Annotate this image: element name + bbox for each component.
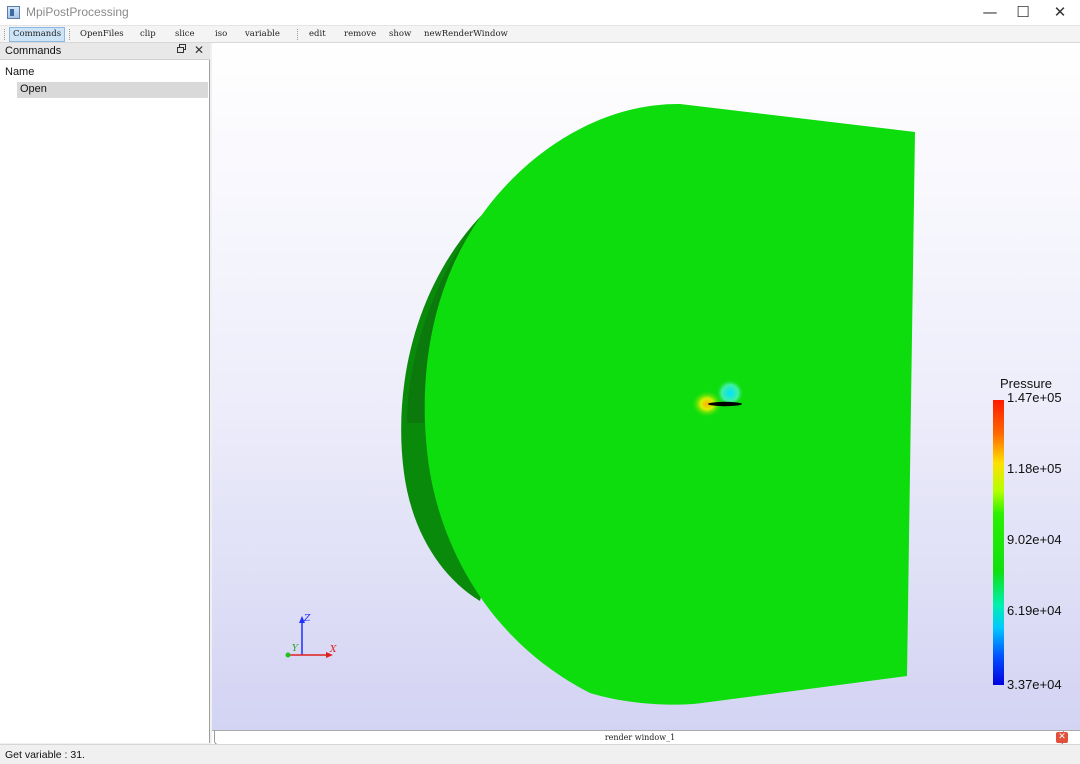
- toolbar-edit-button[interactable]: edit: [306, 27, 329, 42]
- commands-dock: Commands ✕ Name Open: [0, 43, 210, 743]
- axis-y-label: Y: [292, 644, 299, 654]
- airfoil: [708, 401, 742, 407]
- tab-render-window-1[interactable]: render window_1: [214, 731, 1064, 745]
- toolbar-iso-button[interactable]: iso: [212, 27, 230, 42]
- render-scene: Z Y X Pressure 1.47e+05 1.18e+05 9.02e+0…: [285, 103, 1062, 705]
- close-window-button[interactable]: ✕: [1042, 0, 1078, 26]
- tree-column-header[interactable]: Name: [0, 64, 208, 81]
- scalar-bar-label-min: 3.37e+04: [1007, 677, 1062, 692]
- window-title: MpiPostProcessing: [26, 5, 129, 19]
- scalar-bar-label-2: 1.18e+05: [1007, 461, 1062, 476]
- axis-x-label: X: [329, 645, 337, 655]
- scalar-bar-label-3: 9.02e+04: [1007, 532, 1062, 547]
- scalar-bar-title: Pressure: [1000, 376, 1052, 391]
- dock-title: Commands: [5, 45, 62, 57]
- toolbar: Commands OpenFiles clip slice iso variab…: [0, 26, 1080, 43]
- orientation-axes: Z Y X: [285, 614, 337, 658]
- toolbar-clip-button[interactable]: clip: [137, 27, 159, 42]
- maximize-button[interactable]: ☐: [1005, 0, 1041, 26]
- column-name-label: Name: [5, 66, 35, 78]
- scalar-bar-label-4: 6.19e+04: [1007, 603, 1062, 618]
- toolbar-separator: [69, 29, 70, 40]
- toolbar-commands-button[interactable]: Commands: [9, 27, 66, 42]
- toolbar-handle[interactable]: [4, 29, 5, 40]
- toolbar-new-render-window-button[interactable]: newRenderWindow: [421, 27, 511, 42]
- domain-surface: [424, 103, 915, 705]
- toolbar-slice-button[interactable]: slice: [172, 27, 198, 42]
- float-icon[interactable]: [177, 44, 186, 56]
- status-bar: Get variable : 31.: [0, 744, 1080, 764]
- tab-close-button[interactable]: ✕: [1056, 732, 1068, 743]
- toolbar-remove-button[interactable]: remove: [341, 27, 379, 42]
- toolbar-openfiles-button[interactable]: OpenFiles: [77, 27, 127, 42]
- axis-z-label: Z: [303, 614, 311, 624]
- tree-item-label: Open: [20, 83, 47, 95]
- minimize-button[interactable]: —: [972, 0, 1008, 26]
- toolbar-show-button[interactable]: show: [386, 27, 414, 42]
- toolbar-separator: [297, 29, 298, 40]
- app-icon: [7, 6, 20, 19]
- dock-header: Commands ✕: [0, 43, 210, 60]
- title-bar: MpiPostProcessing — ☐ ✕: [0, 0, 1080, 26]
- status-message: Get variable : 31.: [5, 749, 85, 761]
- render-viewport[interactable]: Z Y X Pressure 1.47e+05 1.18e+05 9.02e+0…: [212, 43, 1080, 730]
- toolbar-variable-button[interactable]: variable: [242, 27, 283, 42]
- tree-item-open[interactable]: Open: [17, 82, 208, 98]
- scalar-bar-label-max: 1.47e+05: [1007, 390, 1062, 405]
- tab-label: render window_1: [604, 733, 676, 742]
- render-tab-bar: render window_1 ✕: [212, 730, 1080, 745]
- close-icon[interactable]: ✕: [194, 43, 204, 57]
- pressure-scalar-bar: Pressure 1.47e+05 1.18e+05 9.02e+04 6.19…: [993, 376, 1062, 692]
